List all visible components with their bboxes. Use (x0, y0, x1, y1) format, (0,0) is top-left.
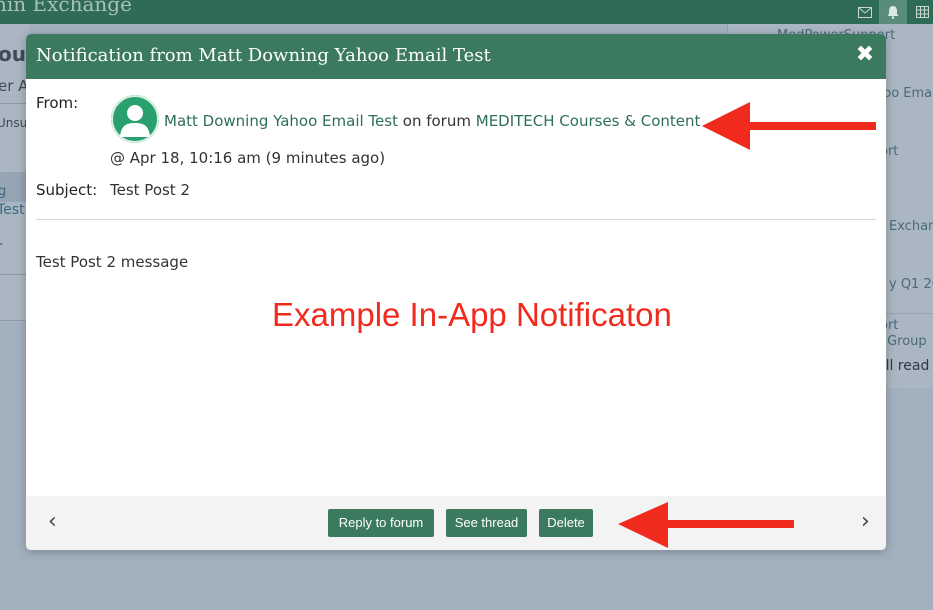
red-arrow-icon (702, 102, 876, 150)
notification-modal: Notification from Matt Downing Yahoo Ema… (26, 34, 886, 550)
delete-button[interactable]: Delete (539, 509, 593, 537)
bg-text: - (0, 236, 3, 252)
bg-link[interactable]: g (0, 184, 6, 199)
bg-notification-item[interactable]: Exchan (889, 219, 933, 234)
annotation-text: Example In-App Notificaton (272, 296, 672, 333)
subject-label: Subject: (36, 181, 98, 199)
bg-unsubscribe[interactable]: Unsu (0, 116, 27, 130)
red-arrow-icon (618, 502, 794, 548)
app-header: hin Exchange (0, 0, 933, 24)
reply-to-forum-button[interactable]: Reply to forum (328, 509, 434, 537)
sender-line: Matt Downing Yahoo Email Test on forum M… (164, 112, 700, 130)
sender-link[interactable]: Matt Downing Yahoo Email Test (164, 112, 398, 130)
subject-value: Test Post 2 (110, 181, 191, 199)
close-icon[interactable]: ✖ (854, 42, 876, 68)
modal-title: Notification from Matt Downing Yahoo Ema… (36, 45, 491, 66)
mail-icon[interactable] (851, 0, 879, 24)
grid-icon[interactable] (908, 0, 933, 24)
bell-icon[interactable] (879, 0, 907, 24)
bg-notification-item[interactable]: y Q1 202 (889, 277, 933, 292)
from-label: From: (36, 94, 79, 112)
app-title: hin Exchange (0, 0, 132, 16)
forum-link[interactable]: MEDITECH Courses & Content (476, 112, 701, 130)
message-body: Test Post 2 message (36, 253, 189, 271)
bg-text: er A (0, 77, 29, 95)
user-avatar-icon (111, 95, 159, 143)
prev-notification-button[interactable]: ‹ (48, 510, 57, 534)
next-notification-button[interactable]: › (861, 510, 870, 534)
see-thread-button[interactable]: See thread (446, 509, 527, 537)
timestamp: @ Apr 18, 10:16 am (9 minutes ago) (110, 149, 386, 167)
divider (36, 219, 876, 220)
on-forum-text: on forum (402, 112, 471, 130)
modal-header: Notification from Matt Downing Yahoo Ema… (26, 34, 886, 79)
bg-link[interactable]: Test (0, 202, 25, 218)
